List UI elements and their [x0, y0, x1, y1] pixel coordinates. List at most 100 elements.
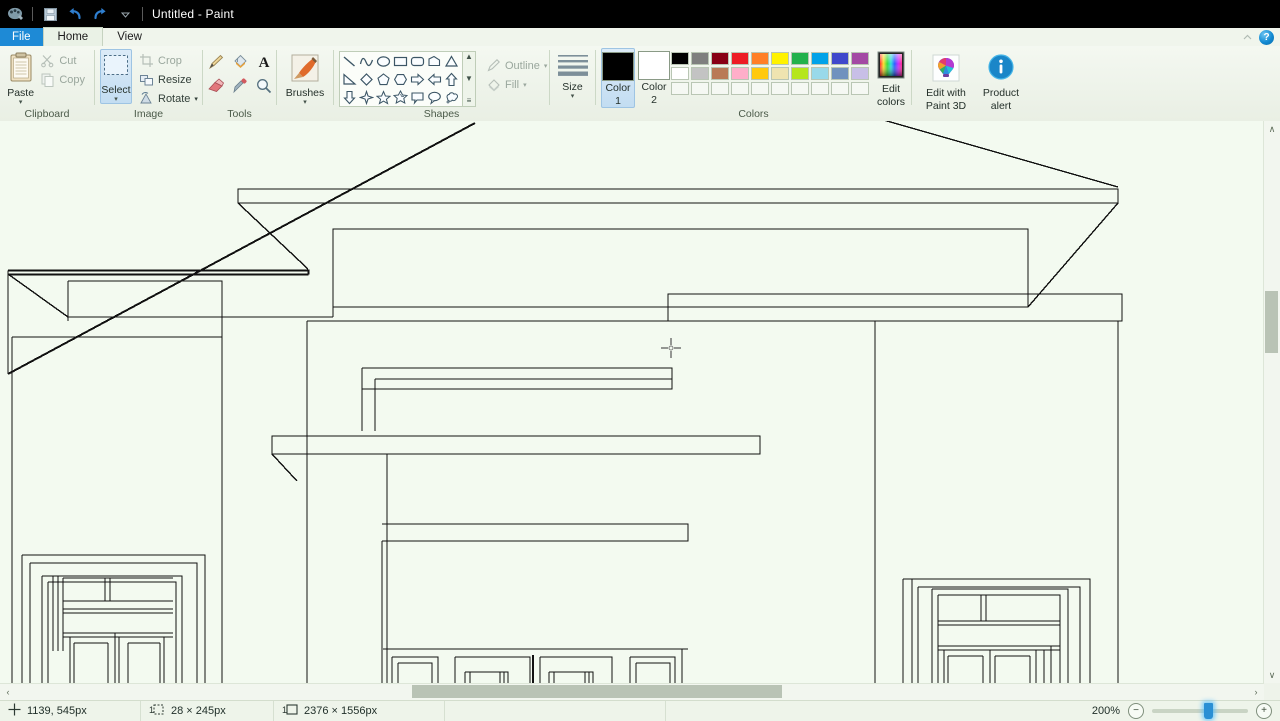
- palette-swatch-r3-c3[interactable]: [711, 82, 729, 95]
- fill-caret-icon[interactable]: ▾: [523, 81, 527, 89]
- palette-swatch-r3-c8[interactable]: [811, 82, 829, 95]
- scroll-left-icon[interactable]: ‹: [0, 684, 16, 700]
- palette-swatch-r3-c5[interactable]: [751, 82, 769, 95]
- tab-home[interactable]: Home: [42, 27, 104, 46]
- fill-button[interactable]: Fill ▾: [482, 75, 551, 94]
- pencil-tool[interactable]: [204, 51, 228, 75]
- scroll-down-icon[interactable]: ∨: [1264, 667, 1280, 683]
- undo-icon[interactable]: [64, 3, 86, 25]
- edit-colors-button[interactable]: Edit colors: [876, 48, 906, 108]
- palette-swatch-r3-c2[interactable]: [691, 82, 709, 95]
- palette-swatch-r3-c6[interactable]: [771, 82, 789, 95]
- palette-swatch-r2-c2[interactable]: [691, 67, 709, 80]
- palette-swatch-r1-c2[interactable]: [691, 52, 709, 65]
- shape-hexagon[interactable]: [392, 70, 409, 88]
- shape-down-arrow[interactable]: [341, 88, 358, 106]
- shape-left-arrow[interactable]: [426, 70, 443, 88]
- shape-five-point-star[interactable]: [375, 88, 392, 106]
- color-2-button[interactable]: Color 2: [638, 48, 670, 106]
- palette-swatch-r1-c4[interactable]: [731, 52, 749, 65]
- shape-polygon[interactable]: [426, 52, 443, 70]
- horizontal-scrollbar[interactable]: ‹ ›: [0, 683, 1264, 700]
- palette-swatch-r3-c1[interactable]: [671, 82, 689, 95]
- color-picker-tool[interactable]: [228, 75, 252, 99]
- shape-cloud-callout[interactable]: [443, 88, 460, 106]
- outline-caret-icon[interactable]: ▾: [544, 62, 548, 70]
- resize-button[interactable]: Resize: [135, 70, 202, 89]
- shape-oval[interactable]: [375, 52, 392, 70]
- minimize-ribbon-icon[interactable]: [1242, 32, 1253, 43]
- palette-swatch-r2-c6[interactable]: [771, 67, 789, 80]
- palette-swatch-r2-c3[interactable]: [711, 67, 729, 80]
- palette-swatch-r1-c7[interactable]: [791, 52, 809, 65]
- palette-swatch-r2-c9[interactable]: [831, 67, 849, 80]
- shape-line[interactable]: [341, 52, 358, 70]
- paint-icon[interactable]: [4, 3, 26, 25]
- zoom-out-button[interactable]: −: [1128, 703, 1144, 719]
- rotate-button[interactable]: Rotate ▾: [135, 89, 202, 108]
- shapes-scroll-down-icon[interactable]: ▼: [465, 74, 473, 84]
- drawing-canvas-area[interactable]: [0, 121, 1280, 683]
- shape-four-point-star[interactable]: [358, 88, 375, 106]
- palette-swatch-r1-c6[interactable]: [771, 52, 789, 65]
- palette-swatch-r2-c5[interactable]: [751, 67, 769, 80]
- palette-swatch-r2-c8[interactable]: [811, 67, 829, 80]
- brushes-caret-icon[interactable]: ▾: [303, 99, 307, 106]
- horizontal-scroll-thumb[interactable]: [412, 685, 782, 698]
- text-tool[interactable]: A: [252, 51, 276, 75]
- tab-view[interactable]: View: [103, 28, 156, 46]
- palette-swatch-r2-c4[interactable]: [731, 67, 749, 80]
- palette-swatch-r2-c7[interactable]: [791, 67, 809, 80]
- palette-swatch-r1-c1[interactable]: [671, 52, 689, 65]
- redo-icon[interactable]: [89, 3, 111, 25]
- palette-swatch-r3-c4[interactable]: [731, 82, 749, 95]
- shape-rectangle[interactable]: [392, 52, 409, 70]
- shapes-scroll-up-icon[interactable]: ▲: [465, 52, 473, 62]
- crop-button[interactable]: Crop: [135, 51, 202, 70]
- shape-up-arrow[interactable]: [443, 70, 460, 88]
- zoom-in-button[interactable]: +: [1256, 703, 1272, 719]
- cut-button[interactable]: Cut: [36, 51, 89, 70]
- shape-rounded-rectangle[interactable]: [409, 52, 426, 70]
- shape-diamond[interactable]: [358, 70, 375, 88]
- eraser-tool[interactable]: [204, 75, 228, 99]
- scroll-right-icon[interactable]: ›: [1248, 684, 1264, 700]
- copy-button[interactable]: Copy: [36, 70, 89, 89]
- size-caret-icon[interactable]: ▾: [571, 93, 575, 100]
- zoom-slider[interactable]: [1152, 703, 1248, 719]
- help-icon[interactable]: ?: [1259, 29, 1274, 45]
- vertical-scroll-thumb[interactable]: [1265, 291, 1278, 353]
- palette-swatch-r1-c9[interactable]: [831, 52, 849, 65]
- palette-swatch-r3-c7[interactable]: [791, 82, 809, 95]
- palette-swatch-r3-c9[interactable]: [831, 82, 849, 95]
- shapes-expand-icon[interactable]: ≡: [467, 96, 472, 106]
- outline-button[interactable]: Outline ▾: [482, 56, 551, 75]
- fill-tool[interactable]: [228, 51, 252, 75]
- palette-swatch-r2-c10[interactable]: [851, 67, 869, 80]
- magnifier-tool[interactable]: [252, 75, 276, 99]
- shape-triangle[interactable]: [443, 52, 460, 70]
- palette-swatch-r2-c1[interactable]: [671, 67, 689, 80]
- shape-rounded-callout[interactable]: [409, 88, 426, 106]
- color-palette[interactable]: [670, 48, 870, 96]
- save-icon[interactable]: [39, 3, 61, 25]
- shape-oval-callout[interactable]: [426, 88, 443, 106]
- select-button[interactable]: Select ▾: [100, 49, 132, 104]
- tab-file[interactable]: File: [0, 28, 43, 46]
- shape-right-triangle[interactable]: [341, 70, 358, 88]
- shape-pentagon[interactable]: [375, 70, 392, 88]
- paste-button[interactable]: Paste ▾: [5, 49, 36, 106]
- scroll-up-icon[interactable]: ∧: [1264, 121, 1280, 137]
- product-alert-button[interactable]: Product alert: [975, 50, 1027, 112]
- edit-with-paint3d-button[interactable]: Edit with Paint 3D: [917, 50, 975, 112]
- shape-curve[interactable]: [358, 52, 375, 70]
- shape-six-point-star[interactable]: [392, 88, 409, 106]
- canvas-paper[interactable]: [0, 121, 1264, 683]
- zoom-slider-thumb[interactable]: [1204, 703, 1213, 719]
- rotate-caret-icon[interactable]: ▾: [194, 95, 198, 103]
- palette-swatch-r1-c8[interactable]: [811, 52, 829, 65]
- palette-swatch-r1-c5[interactable]: [751, 52, 769, 65]
- shape-right-arrow[interactable]: [409, 70, 426, 88]
- palette-swatch-r1-c3[interactable]: [711, 52, 729, 65]
- palette-swatch-r3-c10[interactable]: [851, 82, 869, 95]
